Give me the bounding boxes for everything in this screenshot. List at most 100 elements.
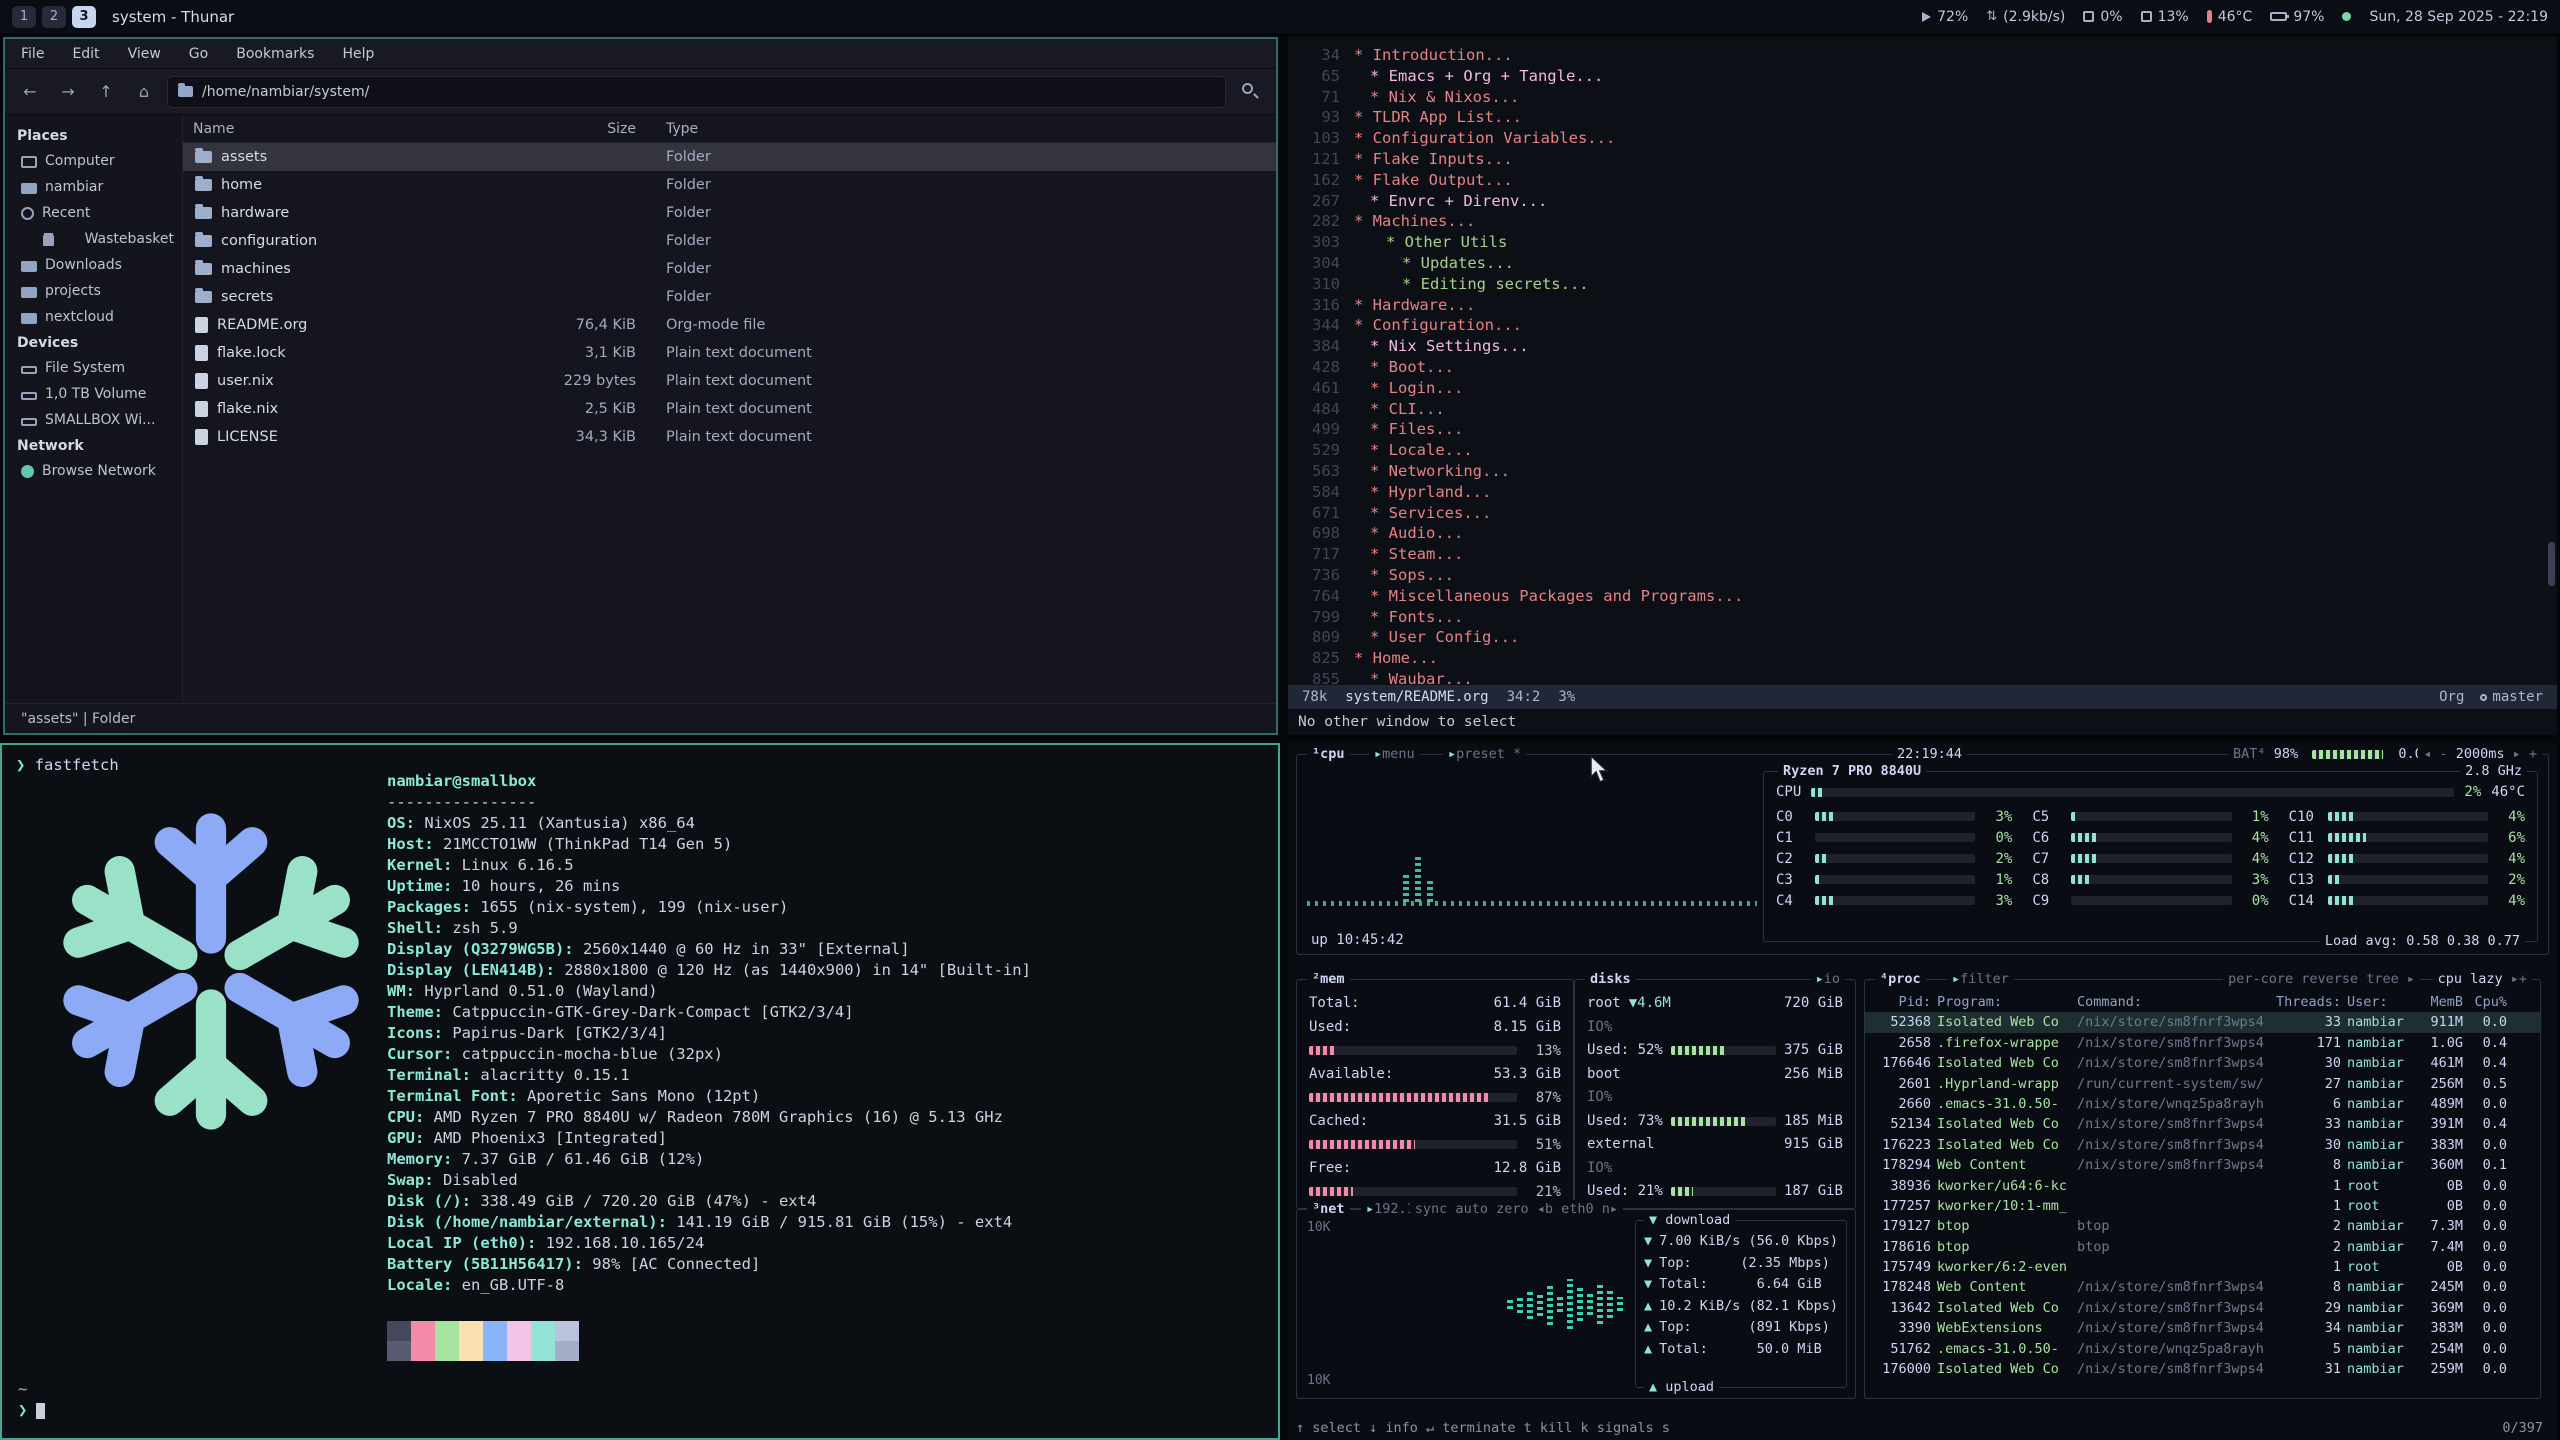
sidebar-item-recent[interactable]: Recent [5, 200, 182, 226]
file-row-readme-org[interactable]: README.org76,4 KiBOrg-mode file [183, 311, 1276, 339]
process-row-38936[interactable]: 38936kworker/u64:6-kc1root0B0.0 [1865, 1176, 2540, 1196]
sidebar-item-nextcloud[interactable]: nextcloud [5, 304, 182, 330]
forward-button[interactable]: → [53, 77, 83, 107]
org-heading-line: 103* Configuration Variables... [1296, 128, 2557, 149]
footer-keys[interactable]: ↑ select ↓ info ↵ terminate t kill k sig… [1296, 1420, 1670, 1436]
proc-column-cpu[interactable]: Cpu% [2469, 992, 2507, 1012]
cpu-core-c9: C90% [2032, 890, 2268, 911]
folder-icon [21, 313, 37, 324]
home-button[interactable]: ⌂ [129, 77, 159, 107]
file-row-flake-nix[interactable]: flake.nix2,5 KiBPlain text document [183, 395, 1276, 423]
column-name[interactable]: Name [183, 121, 536, 137]
process-row-2658[interactable]: 2658.firefox-wrappe/nix/store/sm8fnrf3wp… [1865, 1033, 2540, 1053]
cpu-panel-label[interactable]: ¹cpu [1307, 745, 1350, 764]
org-heading: * Steam... [1354, 545, 1463, 563]
io-toggle[interactable]: ▸io [1811, 970, 1845, 989]
mem-row-used: Used:8.15 GiB [1309, 1016, 1561, 1040]
menu-button[interactable]: ▸menu [1369, 745, 1420, 764]
file-name-cell: home [183, 177, 536, 193]
proc-column-threads[interactable]: Threads: [2275, 992, 2341, 1012]
process-row-178248[interactable]: 178248Web Content/nix/store/sm8fnrf3wps4… [1865, 1277, 2540, 1297]
process-program: btop [1937, 1216, 2071, 1236]
file-name-cell: user.nix [183, 373, 536, 389]
file-row-secrets[interactable]: secretsFolder [183, 283, 1276, 311]
process-memory: 256M [2415, 1074, 2463, 1094]
menu-view[interactable]: View [128, 46, 161, 62]
process-user: root [2347, 1196, 2409, 1216]
process-row-178294[interactable]: 178294Web Content/nix/store/sm8fnrf3wps4… [1865, 1155, 2540, 1175]
core-label: C12 [2289, 851, 2321, 867]
prompt-line[interactable]: ❯ [18, 1400, 45, 1421]
sidebar-item-computer[interactable]: Computer [5, 148, 182, 174]
menu-help[interactable]: Help [342, 46, 374, 62]
buffer-percent: 3% [1558, 689, 1575, 705]
file-row-home[interactable]: homeFolder [183, 171, 1276, 199]
menu-go[interactable]: Go [189, 46, 208, 62]
process-row-178616[interactable]: 178616btopbtop2nambiar7.4M0.0 [1865, 1237, 2540, 1257]
process-row-176000[interactable]: 176000Isolated Web Co/nix/store/sm8fnrf3… [1865, 1359, 2540, 1379]
file-row-flake-lock[interactable]: flake.lock3,1 KiBPlain text document [183, 339, 1276, 367]
process-row-3390[interactable]: 3390WebExtensions/nix/store/sm8fnrf3wps4… [1865, 1318, 2540, 1338]
process-row-2601[interactable]: 2601.Hyprland-wrapp/run/current-system/s… [1865, 1074, 2540, 1094]
process-row-52134[interactable]: 52134Isolated Web Co/nix/store/sm8fnrf3w… [1865, 1114, 2540, 1134]
sidebar-item-file-system[interactable]: File System [5, 355, 182, 381]
process-row-175749[interactable]: 175749kworker/6:2-even1root0B0.0 [1865, 1257, 2540, 1277]
back-button[interactable]: ← [15, 77, 45, 107]
process-table-header[interactable]: Pid: Program: Command: Threads: User: MemB Cpu… [1865, 992, 2540, 1012]
up-button[interactable]: ↑ [91, 77, 121, 107]
process-row-52368[interactable]: 52368Isolated Web Co/nix/store/sm8fnrf3w… [1865, 1012, 2540, 1032]
process-row-176223[interactable]: 176223Isolated Web Co/nix/store/sm8fnrf3… [1865, 1135, 2540, 1155]
emacs-buffer[interactable]: 34* Introduction...65* Emacs + Org + Tan… [1288, 37, 2557, 685]
process-memory: 1.0G [2415, 1033, 2463, 1053]
file-row-user-nix[interactable]: user.nix229 bytesPlain text document [183, 367, 1276, 395]
emacs-scrollbar[interactable] [2548, 37, 2555, 685]
proc-column-user[interactable]: User: [2347, 992, 2409, 1012]
file-row-configuration[interactable]: configurationFolder [183, 227, 1276, 255]
process-row-179127[interactable]: 179127btopbtop2nambiar7.3M0.0 [1865, 1216, 2540, 1236]
proc-column-memb[interactable]: MemB [2415, 992, 2463, 1012]
workspace-1[interactable]: 1 [12, 6, 36, 28]
proc-sort[interactable]: cpu lazy ▸+ [2433, 970, 2532, 989]
process-row-176646[interactable]: 176646Isolated Web Co/nix/store/sm8fnrf3… [1865, 1053, 2540, 1073]
file-row-machines[interactable]: machinesFolder [183, 255, 1276, 283]
column-size[interactable]: Size [536, 121, 636, 137]
column-type[interactable]: Type [636, 121, 1276, 137]
sidebar-item-projects[interactable]: projects [5, 278, 182, 304]
scrollbar-thumb[interactable] [2548, 542, 2555, 586]
proc-options[interactable]: per-core reverse tree ▸ [2223, 970, 2420, 989]
search-button[interactable] [1234, 76, 1266, 108]
disks-panel-label[interactable]: disks [1585, 970, 1636, 989]
menu-file[interactable]: File [21, 46, 44, 62]
workspace-3[interactable]: 3 [72, 6, 96, 28]
net-controls[interactable]: sync auto zero ◂b eth0 n▸ [1410, 1200, 1623, 1219]
process-row-13642[interactable]: 13642Isolated Web Co/nix/store/sm8fnrf3w… [1865, 1298, 2540, 1318]
process-threads: 30 [2275, 1135, 2341, 1155]
sidebar-item-wastebasket[interactable]: Wastebasket [5, 226, 182, 252]
file-row-assets[interactable]: assetsFolder [183, 143, 1276, 171]
file-name-cell: assets [183, 149, 536, 165]
file-row-hardware[interactable]: hardwareFolder [183, 199, 1276, 227]
net-panel-label[interactable]: ³net [1307, 1200, 1350, 1219]
path-bar[interactable]: /home/nambiar/system/ [167, 76, 1226, 108]
file-row-license[interactable]: LICENSE34,3 KiBPlain text document [183, 423, 1276, 451]
info-label: Host: [387, 835, 434, 853]
mem-panel-label[interactable]: ²mem [1307, 970, 1350, 989]
preset-button[interactable]: ▸preset * [1443, 745, 1526, 764]
sidebar-item-smallbox-wi[interactable]: SMALLBOX Wi... [5, 407, 182, 433]
proc-column-command[interactable]: Command: [2077, 992, 2269, 1012]
process-row-51762[interactable]: 51762.emacs-31.0.50-/nix/store/wnqz5pa8r… [1865, 1339, 2540, 1359]
proc-panel-label[interactable]: ⁴proc [1875, 970, 1926, 989]
process-row-177257[interactable]: 177257kworker/10:1-mm_1root0B0.0 [1865, 1196, 2540, 1216]
proc-column-pid[interactable]: Pid: [1875, 992, 1931, 1012]
sidebar-item-nambiar[interactable]: nambiar [5, 174, 182, 200]
proc-column-program[interactable]: Program: [1937, 992, 2071, 1012]
sidebar-item-browse-network[interactable]: Browse Network [5, 458, 182, 484]
sidebar-item-downloads[interactable]: Downloads [5, 252, 182, 278]
menu-edit[interactable]: Edit [72, 46, 99, 62]
filter-button[interactable]: ▸filter [1947, 970, 2014, 989]
workspace-2[interactable]: 2 [42, 6, 66, 28]
sidebar-item-1-0-tb-volume[interactable]: 1,0 TB Volume [5, 381, 182, 407]
process-row-2660[interactable]: 2660.emacs-31.0.50-/nix/store/wnqz5pa8ra… [1865, 1094, 2540, 1114]
core-percent: 3% [1982, 809, 2012, 825]
menu-bookmarks[interactable]: Bookmarks [236, 46, 314, 62]
